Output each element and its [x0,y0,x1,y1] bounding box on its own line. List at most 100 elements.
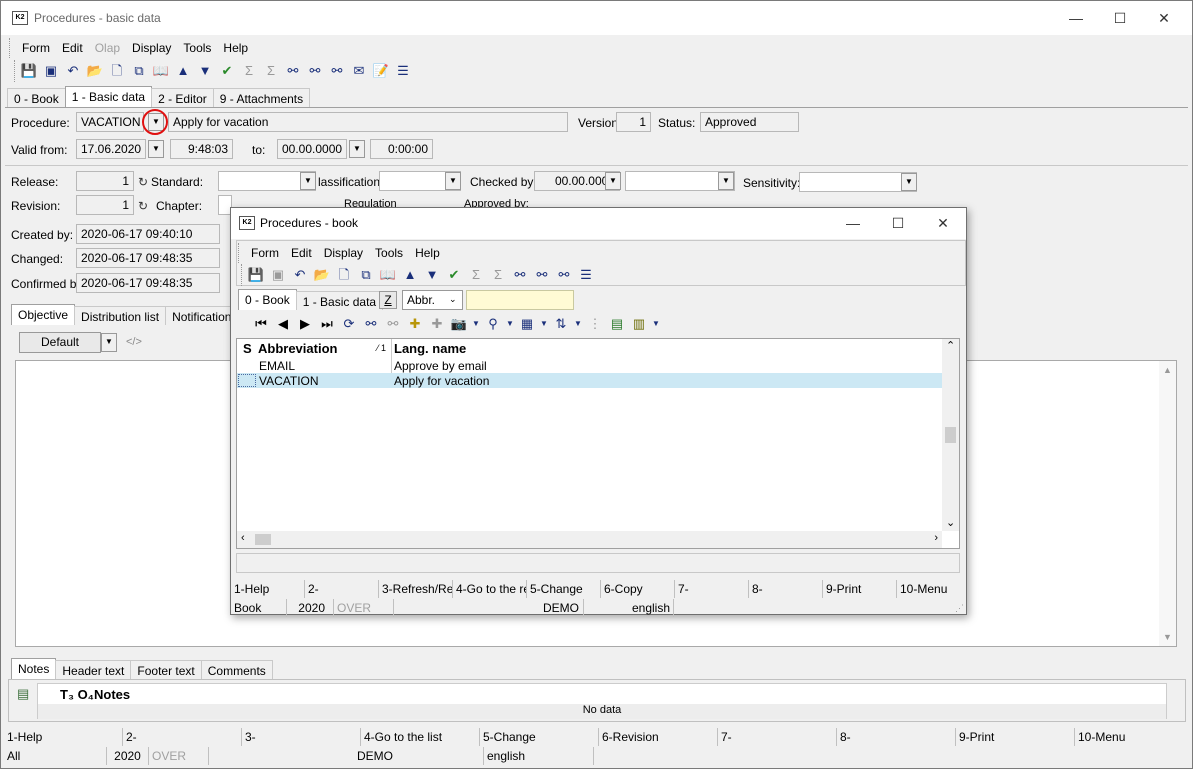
sensitivity-dropdown-icon[interactable]: ▼ [901,173,917,191]
camera-dropdown-icon[interactable]: ▼ [471,314,481,334]
tab-distribution-list[interactable]: Distribution list [74,306,167,325]
grid-horizontal-scrollbar[interactable]: ‹ › [237,531,942,548]
dialog-new-document-icon[interactable]: 🗋 [334,265,354,285]
fkey-2[interactable]: 2- [123,728,242,746]
valid-from-dropdown-icon[interactable]: ▼ [148,140,164,158]
dialog-fkey-6[interactable]: 6-Copy [601,580,675,598]
sum-filter-icon[interactable]: Σ [261,61,281,81]
sort-chevron-down-icon[interactable]: ⌄ [449,294,457,305]
fkey-6[interactable]: 6-Revision [599,728,718,746]
dialog-menu-edit[interactable]: Edit [285,243,318,263]
arrow-up-icon[interactable]: ▲ [173,61,193,81]
html-source-icon[interactable]: </> [126,336,142,348]
dialog-menu-lines-icon[interactable]: ☰ [576,265,596,285]
report-dropdown-icon[interactable]: ▼ [651,314,661,334]
procedure-name-field[interactable]: Apply for vacation [168,112,568,132]
grid-hscroll-thumb[interactable] [255,534,271,545]
release-history-icon[interactable]: ↻ [138,175,148,189]
dialog-fkey-1[interactable]: 1-Help [231,580,305,598]
mail-icon[interactable]: ✉ [349,61,369,81]
fkey-5[interactable]: 5-Change [480,728,599,746]
grid-find-next-icon[interactable]: ⚯ [383,314,403,334]
sum-icon[interactable]: Σ [239,61,259,81]
fkey-10[interactable]: 10-Menu [1075,728,1185,746]
columns-icon[interactable]: ⋮ [585,314,605,334]
to-date-dropdown-icon[interactable]: ▼ [349,140,365,158]
next-record-icon[interactable]: ▶ [295,314,315,334]
find-next-icon[interactable]: ⚯ [305,61,325,81]
save-icon[interactable]: 💾 [19,61,39,81]
grid-scroll-thumb[interactable] [945,427,956,443]
dialog-menu-form[interactable]: Form [245,243,285,263]
tab-attachments[interactable]: 9 - Attachments [212,88,311,107]
tab-notes[interactable]: Notes [11,658,57,679]
tab-objective[interactable]: Objective [11,304,76,325]
dialog-find-next-icon[interactable]: ⚯ [532,265,552,285]
revision-history-icon[interactable]: ↻ [138,199,148,213]
dialog-filter-check-icon[interactable]: ✔ [444,265,464,285]
menu-lines-icon[interactable]: ☰ [393,61,413,81]
dialog-close-button[interactable]: ✕ [921,210,965,236]
dialog-arrow-down-icon[interactable]: ▼ [422,265,442,285]
add-favorite-icon[interactable]: ✚ [405,314,425,334]
column-header-s[interactable]: S [243,341,252,356]
resize-grip-icon[interactable]: ⋰ [955,603,964,614]
dialog-tab-basic-data[interactable]: 1 - Basic data [295,291,384,310]
dialog-undo-icon[interactable]: ↶ [290,265,310,285]
dialog-fkey-7[interactable]: 7- [675,580,749,598]
dialog-fkey-4[interactable]: 4-Go to the re [453,580,527,598]
fkey-1[interactable]: 1-Help [4,728,123,746]
dialog-save-as-icon[interactable]: ▣ [268,265,288,285]
editor-scrollbar[interactable]: ▲ ▼ [1159,361,1176,646]
scroll-up-icon[interactable]: ▲ [1159,365,1176,375]
report-icon[interactable]: ▥ [629,314,649,334]
dialog-menu-tools[interactable]: Tools [369,243,409,263]
column-header-lang-name[interactable]: Lang. name [394,341,466,356]
dialog-save-icon[interactable]: 💾 [246,265,266,285]
group-dropdown-icon[interactable]: ▼ [539,314,549,334]
dialog-fkey-10[interactable]: 10-Menu [897,580,965,598]
valid-from-date-field[interactable]: 17.06.2020 [76,139,146,159]
release-field[interactable]: 1 [76,171,134,191]
sort-az-dropdown-icon[interactable]: ▼ [573,314,583,334]
dialog-maximize-button[interactable]: ☐ [876,210,920,236]
menu-tools[interactable]: Tools [177,38,217,58]
tab-comments[interactable]: Comments [200,660,273,679]
copy-icon[interactable]: ⧉ [129,61,149,81]
to-time-field[interactable]: 0:00:00 [370,139,433,159]
valid-from-time-field[interactable]: 9:48:03 [170,139,233,159]
maximize-button[interactable]: ☐ [1098,5,1142,31]
fkey-4[interactable]: 4-Go to the list [361,728,480,746]
table-row[interactable]: EMAIL Approve by email [237,358,943,373]
dialog-minimize-button[interactable]: — [831,210,875,236]
dialog-book-icon[interactable]: 📖 [378,265,398,285]
checked-by-dropdown-icon[interactable]: ▼ [605,172,621,190]
table-row-selected[interactable]: VACATION Apply for vacation [237,373,943,388]
revision-field[interactable]: 1 [76,195,134,215]
grid-scroll-down-icon[interactable]: ⌄ [946,516,955,529]
prev-record-icon[interactable]: ◀ [273,314,293,334]
tab-editor[interactable]: 2 - Editor [151,88,214,107]
dialog-fkey-2[interactable]: 2- [305,580,379,598]
refresh-icon[interactable]: ⟳ [339,314,359,334]
undo-icon[interactable]: ↶ [63,61,83,81]
tab-footer-text[interactable]: Footer text [130,660,202,679]
minimize-button[interactable]: — [1054,5,1098,31]
filter-icon[interactable]: ⚲ [483,314,503,334]
tab-book[interactable]: 0 - Book [7,88,66,107]
version-field[interactable]: 1 [616,112,651,132]
dialog-binoculars-icon[interactable]: ⚯ [510,265,530,285]
filter-check-icon[interactable]: ✔ [217,61,237,81]
find-replace-icon[interactable]: ⚯ [327,61,347,81]
grid-scroll-left-icon[interactable]: ‹ [241,532,245,544]
search-input[interactable] [466,290,574,310]
objective-style-dropdown[interactable]: Default [19,332,101,353]
menu-form[interactable]: Form [16,38,56,58]
menu-display[interactable]: Display [126,38,177,58]
tab-basic-data[interactable]: 1 - Basic data [64,86,153,107]
arrow-down-icon[interactable]: ▼ [195,61,215,81]
dialog-open-folder-icon[interactable]: 📂 [312,265,332,285]
close-button[interactable]: ✕ [1142,5,1186,31]
scroll-down-icon[interactable]: ▼ [1159,632,1176,642]
menu-olap[interactable]: Olap [89,38,126,58]
